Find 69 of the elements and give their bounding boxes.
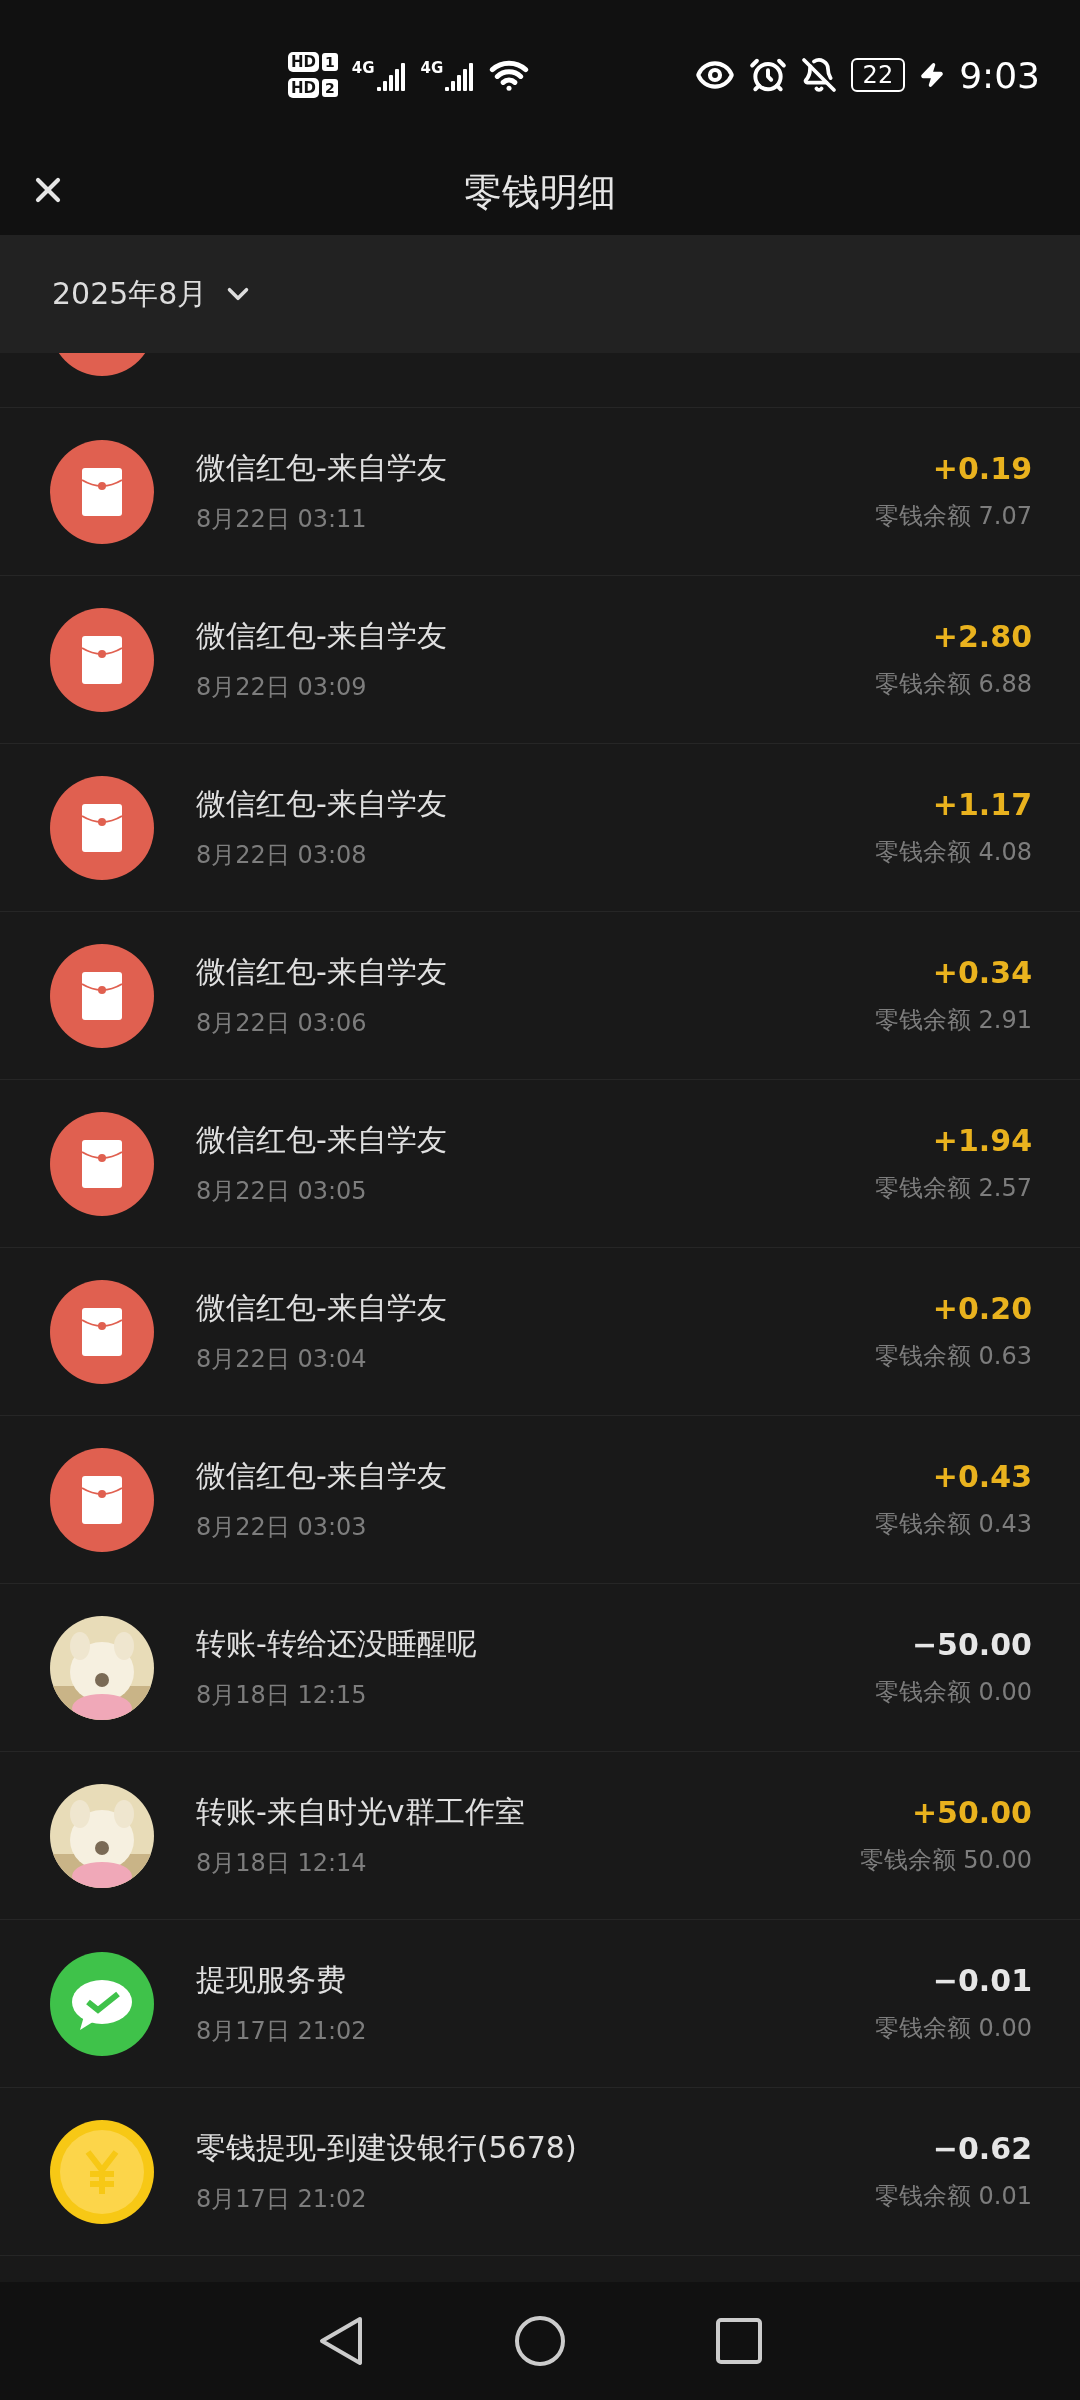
envelope-icon	[50, 775, 154, 880]
transaction-time: 8月22日 03:09	[196, 672, 368, 703]
envelope-icon	[50, 1111, 154, 1216]
transaction-time: 8月22日 03:05	[196, 1176, 368, 1207]
sim-slot-badge: 1	[322, 53, 338, 71]
balance-text: 零钱余额 0.00	[874, 1677, 1032, 1708]
transaction-title: 微信红包-来自学友	[196, 449, 448, 487]
transaction-title: 零钱提现-到建设银行(5678)	[196, 2129, 578, 2167]
transaction-time: 8月18日 12:14	[196, 1848, 368, 1879]
transaction-amount: −0.62	[932, 2131, 1032, 2166]
clock-time: 9:03	[959, 54, 1040, 96]
balance-text: 零钱余额 6.88	[874, 669, 1032, 700]
transaction-amount: +0.20	[932, 1291, 1032, 1326]
transaction-amount: +0.19	[932, 451, 1032, 486]
month-selector[interactable]: 2025年8月	[52, 273, 256, 315]
bell-off-icon	[800, 57, 837, 93]
transaction-title: 提现服务费	[196, 1961, 347, 1999]
transaction-time: 8月17日 21:02	[196, 2184, 368, 2215]
charging-icon	[919, 62, 946, 88]
balance-text: 零钱余额 7.07	[874, 501, 1032, 532]
balance-text: 零钱余额 50.00	[859, 1845, 1032, 1876]
alarm-icon	[748, 56, 787, 94]
transaction-time: 8月17日 21:02	[196, 2016, 368, 2047]
envelope-icon	[50, 607, 154, 712]
transaction-title: 转账-来自时光v群工作室	[196, 1793, 526, 1831]
transaction-time: 8月22日 03:08	[196, 840, 368, 871]
yuan-coin-icon	[50, 2119, 154, 2224]
back-icon[interactable]	[318, 2315, 364, 2367]
transaction-amount: +0.34	[932, 955, 1032, 990]
balance-text: 零钱余额 2.91	[874, 1005, 1032, 1036]
envelope-icon	[50, 1279, 154, 1384]
network-type: 4G	[351, 59, 375, 77]
transaction-amount: +0.43	[932, 1459, 1032, 1494]
transaction-title: 微信红包-来自学友	[196, 1289, 448, 1327]
battery-level: 22	[850, 58, 906, 92]
balance-text: 零钱余额 2.57	[874, 1173, 1032, 1204]
balance-text: 零钱余额 0.43	[874, 1509, 1032, 1540]
balance-text: 零钱余额 0.63	[874, 1341, 1032, 1372]
sim-slot-badge: 2	[322, 79, 338, 97]
envelope-icon	[50, 943, 154, 1048]
chat-check-icon	[50, 1951, 154, 2056]
transaction-time: 8月22日 03:06	[196, 1008, 368, 1039]
transaction-time: 8月22日 03:04	[196, 1344, 368, 1375]
transaction-amount: +50.00	[911, 1795, 1032, 1830]
hd-badge: HD	[288, 52, 319, 72]
transaction-title: 转账-转给还没睡醒呢	[196, 1625, 478, 1663]
transaction-title: 微信红包-来自学友	[196, 1121, 448, 1159]
balance-text: 零钱余额 0.01	[874, 2181, 1032, 2212]
network-type: 4G	[420, 59, 444, 77]
page-title: 零钱明细	[464, 169, 616, 216]
transaction-amount: +1.94	[932, 1123, 1032, 1158]
balance-text: 零钱余额 0.00	[874, 2013, 1032, 2044]
balance-text: 零钱余额 4.08	[874, 837, 1032, 868]
transaction-amount: −50.00	[911, 1627, 1032, 1662]
envelope-icon	[50, 439, 154, 544]
transaction-amount: +2.80	[932, 619, 1032, 654]
transaction-title: 微信红包-来自学友	[196, 1457, 448, 1495]
transaction-time: 8月22日 03:11	[196, 504, 368, 535]
transaction-title: 微信红包-来自学友	[196, 953, 448, 991]
transaction-amount: −0.01	[932, 1963, 1032, 1998]
recents-icon[interactable]	[716, 2318, 762, 2364]
hd-badge: HD	[288, 78, 319, 98]
home-icon[interactable]	[514, 2315, 566, 2367]
transaction-amount: +1.17	[932, 787, 1032, 822]
transaction-time: 8月18日 12:15	[196, 1680, 368, 1711]
transaction-time: 8月22日 03:03	[196, 1512, 368, 1543]
transaction-title: 微信红包-来自学友	[196, 617, 448, 655]
transaction-title: 微信红包-来自学友	[196, 785, 448, 823]
envelope-icon	[50, 1447, 154, 1552]
